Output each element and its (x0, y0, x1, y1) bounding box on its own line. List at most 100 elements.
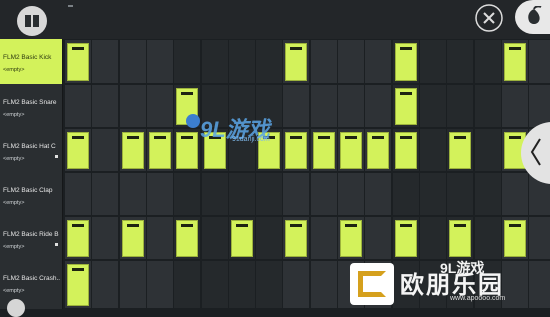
step-cell[interactable] (119, 129, 146, 171)
step-cell[interactable] (146, 261, 173, 308)
step-cell[interactable] (283, 261, 310, 308)
step-cell[interactable] (474, 173, 501, 215)
chevron-left-icon (530, 138, 541, 166)
step-cell[interactable] (228, 173, 255, 215)
step-cell[interactable] (365, 85, 392, 127)
step-cell[interactable] (119, 173, 146, 215)
step-cell[interactable] (474, 40, 501, 83)
channel-button[interactable]: FLM2 Basic Ride B <empty> (0, 216, 63, 260)
step-cell[interactable] (201, 261, 228, 308)
step-cell[interactable] (92, 85, 119, 127)
step-cell[interactable] (365, 173, 392, 215)
step-cell[interactable] (256, 217, 283, 259)
step-cell[interactable] (310, 173, 337, 215)
step-cell[interactable] (365, 217, 392, 259)
step-cell[interactable] (338, 129, 364, 171)
step-cell[interactable] (228, 261, 255, 308)
step-cell[interactable] (419, 129, 446, 171)
step-cell[interactable] (228, 217, 255, 259)
step-cell[interactable] (338, 173, 364, 215)
step-cell[interactable] (283, 129, 310, 171)
step-cell[interactable] (529, 85, 550, 127)
step-cell[interactable] (256, 173, 283, 215)
step-cell[interactable] (92, 40, 119, 83)
step-cell[interactable] (447, 40, 474, 83)
step-cell[interactable] (119, 261, 146, 308)
step-cell[interactable] (447, 173, 474, 215)
step-cell[interactable] (92, 129, 119, 171)
fl-menu-button[interactable] (515, 0, 550, 34)
step-cell[interactable] (365, 40, 392, 83)
step-cell[interactable] (283, 173, 310, 215)
scroll-handle[interactable] (7, 299, 25, 317)
step-cell[interactable] (529, 40, 550, 83)
step-cell[interactable] (419, 40, 446, 83)
step-cell[interactable] (419, 85, 446, 127)
step-cell[interactable] (283, 85, 310, 127)
step-cell[interactable] (201, 173, 228, 215)
step-cell[interactable] (174, 261, 201, 308)
step-cell[interactable] (310, 85, 337, 127)
channel-button[interactable]: FLM2 Basic Clap <empty> (0, 172, 63, 216)
step-cell[interactable] (65, 85, 91, 127)
step-cell[interactable] (447, 85, 474, 127)
channel-button[interactable]: FLM2 Basic Kick <empty> (0, 39, 63, 84)
step-cell[interactable] (65, 129, 91, 171)
step-cell[interactable] (474, 129, 501, 171)
step-cell[interactable] (392, 129, 419, 171)
step-cell[interactable] (529, 217, 550, 259)
step-cell[interactable] (119, 217, 146, 259)
step-cell[interactable] (338, 217, 364, 259)
step-cell[interactable] (501, 40, 528, 83)
step-cell[interactable] (92, 217, 119, 259)
step-cell[interactable] (256, 261, 283, 308)
step-cell[interactable] (256, 40, 283, 83)
step-cell[interactable] (146, 129, 173, 171)
close-button[interactable] (474, 3, 504, 33)
step-cell[interactable] (501, 173, 528, 215)
step-cell[interactable] (392, 85, 419, 127)
step-cell[interactable] (447, 129, 474, 171)
step-cell[interactable] (419, 173, 446, 215)
step-cell[interactable] (501, 85, 528, 127)
step-cell[interactable] (392, 40, 419, 83)
step-cell[interactable] (474, 85, 501, 127)
step-cell[interactable] (392, 217, 419, 259)
channel-button[interactable]: FLM2 Basic Hat C <empty> (0, 128, 63, 172)
step-cell[interactable] (174, 129, 201, 171)
step-cell[interactable] (474, 217, 501, 259)
step-cell[interactable] (174, 217, 201, 259)
step-cell[interactable] (310, 261, 337, 308)
step-cell[interactable] (146, 173, 173, 215)
step-cell[interactable] (174, 40, 201, 83)
step-cell[interactable] (310, 217, 337, 259)
step-cell[interactable] (146, 217, 173, 259)
step-cell[interactable] (119, 85, 146, 127)
step-cell[interactable] (65, 261, 91, 308)
step-cell[interactable] (146, 85, 173, 127)
step-cell[interactable] (338, 85, 364, 127)
step-cell[interactable] (65, 173, 91, 215)
step-cell[interactable] (146, 40, 173, 83)
step-cell[interactable] (392, 173, 419, 215)
step-cell[interactable] (283, 40, 310, 83)
step-cell[interactable] (501, 217, 528, 259)
step-cell[interactable] (310, 129, 337, 171)
step-cell[interactable] (283, 217, 310, 259)
step-cell[interactable] (228, 40, 255, 83)
step-cell[interactable] (92, 173, 119, 215)
step-cell[interactable] (65, 40, 91, 83)
step-cell[interactable] (65, 217, 91, 259)
step-cell[interactable] (365, 129, 392, 171)
step-cell[interactable] (119, 40, 146, 83)
step-cell[interactable] (201, 217, 228, 259)
channel-button[interactable]: FLM2 Basic Snare <empty> (0, 84, 63, 128)
step-cell[interactable] (92, 261, 119, 308)
step-cell[interactable] (447, 217, 474, 259)
step-cell[interactable] (338, 40, 364, 83)
step-cell[interactable] (310, 40, 337, 83)
step-cell[interactable] (201, 40, 228, 83)
step-cell[interactable] (174, 173, 201, 215)
menu-button[interactable] (17, 6, 47, 36)
step-cell[interactable] (419, 217, 446, 259)
